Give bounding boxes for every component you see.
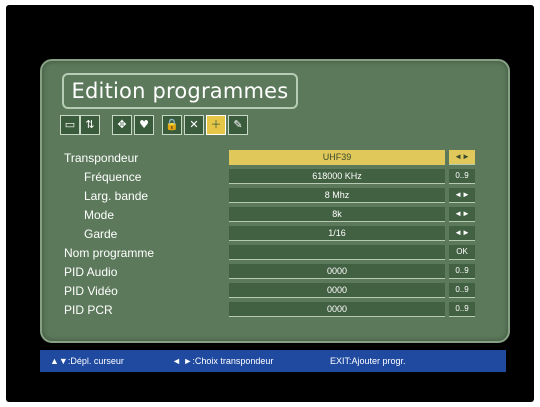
row-label: Nom programme — [64, 246, 155, 260]
row-frequence[interactable]: Fréquence 618000 KHz 0..9 — [64, 169, 482, 185]
row-nom-programme[interactable]: Nom programme OK — [64, 245, 482, 261]
tv-icon[interactable]: ▭ — [60, 115, 80, 135]
row-value[interactable]: 1/16 — [229, 226, 445, 241]
digits-control[interactable]: 0..9 — [449, 264, 475, 279]
edit-icon[interactable]: ✎ — [228, 115, 248, 135]
row-value[interactable]: 8k — [229, 207, 445, 222]
row-value[interactable]: 0000 — [229, 264, 445, 279]
favorite-icon[interactable]: ♥ — [134, 115, 154, 135]
row-label: Fréquence — [84, 170, 142, 184]
delete-icon[interactable]: ✕ — [184, 115, 204, 135]
ok-button[interactable]: OK — [449, 245, 475, 260]
row-label: Mode — [84, 208, 115, 222]
help-bar: ▲▼:Dépl. curseur ◄ ►:Choix transpondeur … — [40, 350, 506, 372]
add-icon[interactable]: ＋ — [206, 115, 226, 135]
row-value[interactable]: UHF39 — [229, 150, 445, 165]
row-largeur-bande[interactable]: Larg. bande 8 Mhz ◄► — [64, 188, 482, 204]
arrows-control[interactable]: ◄► — [449, 188, 475, 203]
arrows-control[interactable]: ◄► — [449, 150, 475, 165]
row-label: Garde — [84, 227, 118, 241]
row-pid-audio[interactable]: PID Audio 0000 0..9 — [64, 264, 482, 280]
row-transpondeur[interactable]: Transpondeur UHF39 ◄► — [64, 150, 482, 166]
tv-screen: Edition programmes ▭ ⇅ ✥ ♥ 🔒 ✕ ＋ ✎ Trans… — [6, 5, 534, 402]
hint-cursor: ▲▼:Dépl. curseur — [50, 356, 124, 366]
digits-control[interactable]: 0..9 — [449, 302, 475, 317]
digits-control[interactable]: 0..9 — [449, 283, 475, 298]
row-pid-pcr[interactable]: PID PCR 0000 0..9 — [64, 302, 482, 318]
move-icon[interactable]: ✥ — [112, 115, 132, 135]
row-label: PID PCR — [64, 303, 113, 317]
row-label: PID Audio — [64, 265, 118, 279]
digits-control[interactable]: 0..9 — [449, 169, 475, 184]
arrows-control[interactable]: ◄► — [449, 226, 475, 241]
row-value[interactable]: 0000 — [229, 302, 445, 317]
row-value[interactable]: 8 Mhz — [229, 188, 445, 203]
row-garde[interactable]: Garde 1/16 ◄► — [64, 226, 482, 242]
lock-icon[interactable]: 🔒 — [162, 115, 182, 135]
icon-toolbar: ▭ ⇅ ✥ ♥ 🔒 ✕ ＋ ✎ — [60, 115, 330, 137]
edit-panel: Edition programmes ▭ ⇅ ✥ ♥ 🔒 ✕ ＋ ✎ Trans… — [40, 59, 510, 343]
row-pid-video[interactable]: PID Vidéo 0000 0..9 — [64, 283, 482, 299]
row-label: Larg. bande — [84, 189, 149, 203]
row-mode[interactable]: Mode 8k ◄► — [64, 207, 482, 223]
hint-exit: EXIT:Ajouter progr. — [330, 356, 406, 366]
row-value[interactable] — [229, 245, 445, 260]
row-value[interactable]: 618000 KHz — [229, 169, 445, 184]
row-label: PID Vidéo — [64, 284, 118, 298]
page-title: Edition programmes — [62, 73, 298, 109]
sort-icon[interactable]: ⇅ — [80, 115, 100, 135]
row-label: Transpondeur — [64, 151, 139, 165]
arrows-control[interactable]: ◄► — [449, 207, 475, 222]
hint-transponder: ◄ ►:Choix transpondeur — [172, 356, 274, 366]
row-value[interactable]: 0000 — [229, 283, 445, 298]
